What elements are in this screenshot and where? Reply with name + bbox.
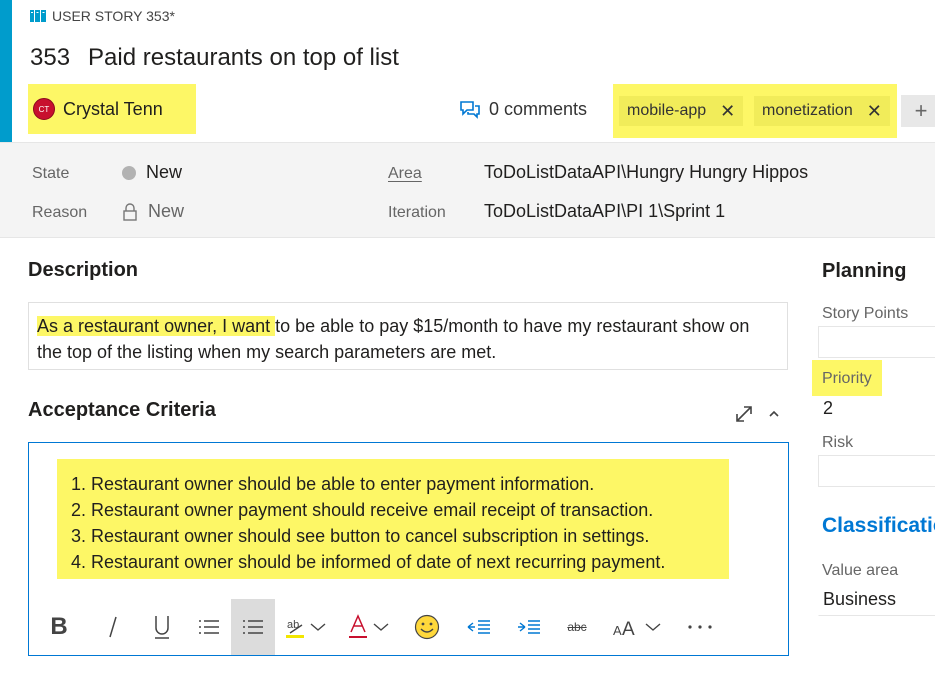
work-item-title[interactable]: Paid restaurants on top of list: [88, 44, 399, 72]
acceptance-title: Acceptance Criteria: [28, 399, 216, 421]
font-color-icon[interactable]: [337, 599, 401, 655]
planning-title: Planning: [822, 260, 907, 282]
more-icon[interactable]: [673, 599, 727, 655]
reason-field: New: [122, 201, 184, 222]
work-item-type-color-bar: [0, 0, 12, 142]
remove-tag-icon[interactable]: ✕: [720, 101, 735, 122]
acceptance-actions: [734, 404, 780, 424]
assignee-field[interactable]: CT Crystal Tenn: [28, 84, 196, 134]
formatting-toolbar: B ab abc AA: [29, 599, 788, 655]
italic-icon[interactable]: [89, 599, 137, 655]
work-item-type: USER STORY 353*: [30, 8, 175, 24]
work-item-title-row[interactable]: 353 Paid restaurants on top of list: [30, 44, 399, 72]
bold-icon[interactable]: B: [29, 599, 89, 655]
work-item-type-label: USER STORY 353*: [52, 8, 175, 24]
list-item: 2. Restaurant owner payment should recei…: [71, 500, 654, 520]
iteration-label: Iteration: [388, 204, 446, 221]
expand-icon[interactable]: [734, 404, 754, 424]
font-size-icon[interactable]: AA: [601, 599, 673, 655]
state-dot-icon: [122, 165, 136, 180]
priority-label: Priority: [822, 370, 872, 387]
svg-text:A: A: [622, 619, 635, 637]
underline-icon[interactable]: [137, 599, 187, 655]
increase-indent-icon[interactable]: [505, 599, 553, 655]
comments-count: 0 comments: [489, 99, 588, 119]
area-label: Area: [388, 165, 422, 182]
svg-text:ab: ab: [287, 619, 299, 631]
emoji-icon[interactable]: [401, 599, 453, 655]
reason-label: Reason: [32, 204, 88, 221]
value-area-label: Value area: [822, 562, 899, 579]
tag-label: mobile-app: [627, 102, 707, 119]
story-points-input[interactable]: [818, 326, 935, 358]
svg-text:A: A: [613, 623, 622, 637]
state-field[interactable]: New: [122, 162, 182, 183]
assignee-name: Crystal Tenn: [63, 98, 163, 119]
strikethrough-icon[interactable]: abc: [553, 599, 601, 655]
description-title: Description: [28, 259, 139, 281]
lock-icon: [123, 202, 137, 221]
tag-mobile-app[interactable]: mobile-app ✕: [619, 96, 744, 126]
story-points-label: Story Points: [822, 305, 909, 322]
reason-value: New: [148, 201, 185, 221]
risk-label: Risk: [822, 434, 854, 451]
state-label: State: [32, 165, 70, 182]
classification-title: Classification: [822, 514, 935, 537]
chevron-up-icon[interactable]: [768, 408, 780, 420]
state-value: New: [146, 162, 183, 182]
remove-tag-icon[interactable]: ✕: [867, 101, 882, 122]
list-item: 3. Restaurant owner should see button to…: [71, 526, 650, 546]
iteration-value[interactable]: ToDoListDataAPI\PI 1\Sprint 1: [484, 201, 725, 222]
list-item: 1. Restaurant owner should be able to en…: [71, 474, 595, 494]
decrease-indent-icon[interactable]: [453, 599, 505, 655]
comments-link[interactable]: 0 comments: [459, 99, 587, 120]
add-tag-button[interactable]: +: [901, 95, 935, 127]
description-editor[interactable]: As a restaurant owner, I want to be able…: [28, 302, 788, 370]
risk-input[interactable]: [818, 455, 935, 487]
avatar: CT: [33, 98, 55, 120]
list-item: 4. Restaurant owner should be informed o…: [71, 552, 666, 572]
tag-monetization[interactable]: monetization ✕: [754, 96, 890, 126]
comment-icon: [460, 100, 480, 119]
description-highlight: As a restaurant owner, I want: [37, 316, 276, 336]
work-item-header: USER STORY 353* 353 Paid restaurants on …: [12, 0, 935, 142]
tag-label: monetization: [762, 102, 853, 119]
area-value[interactable]: ToDoListDataAPI\Hungry Hungry Hippos: [484, 162, 808, 183]
planning-panel: Planning Story Points Priority 2 Risk Cl…: [812, 238, 935, 675]
numbered-list-icon[interactable]: [231, 599, 275, 655]
acceptance-list: 1. Restaurant owner should be able to en…: [71, 471, 665, 575]
priority-input[interactable]: 2: [818, 393, 935, 425]
acceptance-editor[interactable]: 1. Restaurant owner should be able to en…: [28, 442, 789, 656]
bullet-list-icon[interactable]: [187, 599, 231, 655]
header-fields: State New Reason New Area ToDoListDataAP…: [0, 142, 935, 238]
work-item-id: 353: [30, 44, 71, 71]
user-story-icon: [30, 10, 46, 22]
highlight-icon[interactable]: ab: [275, 599, 337, 655]
value-area-select[interactable]: Business: [818, 584, 935, 616]
